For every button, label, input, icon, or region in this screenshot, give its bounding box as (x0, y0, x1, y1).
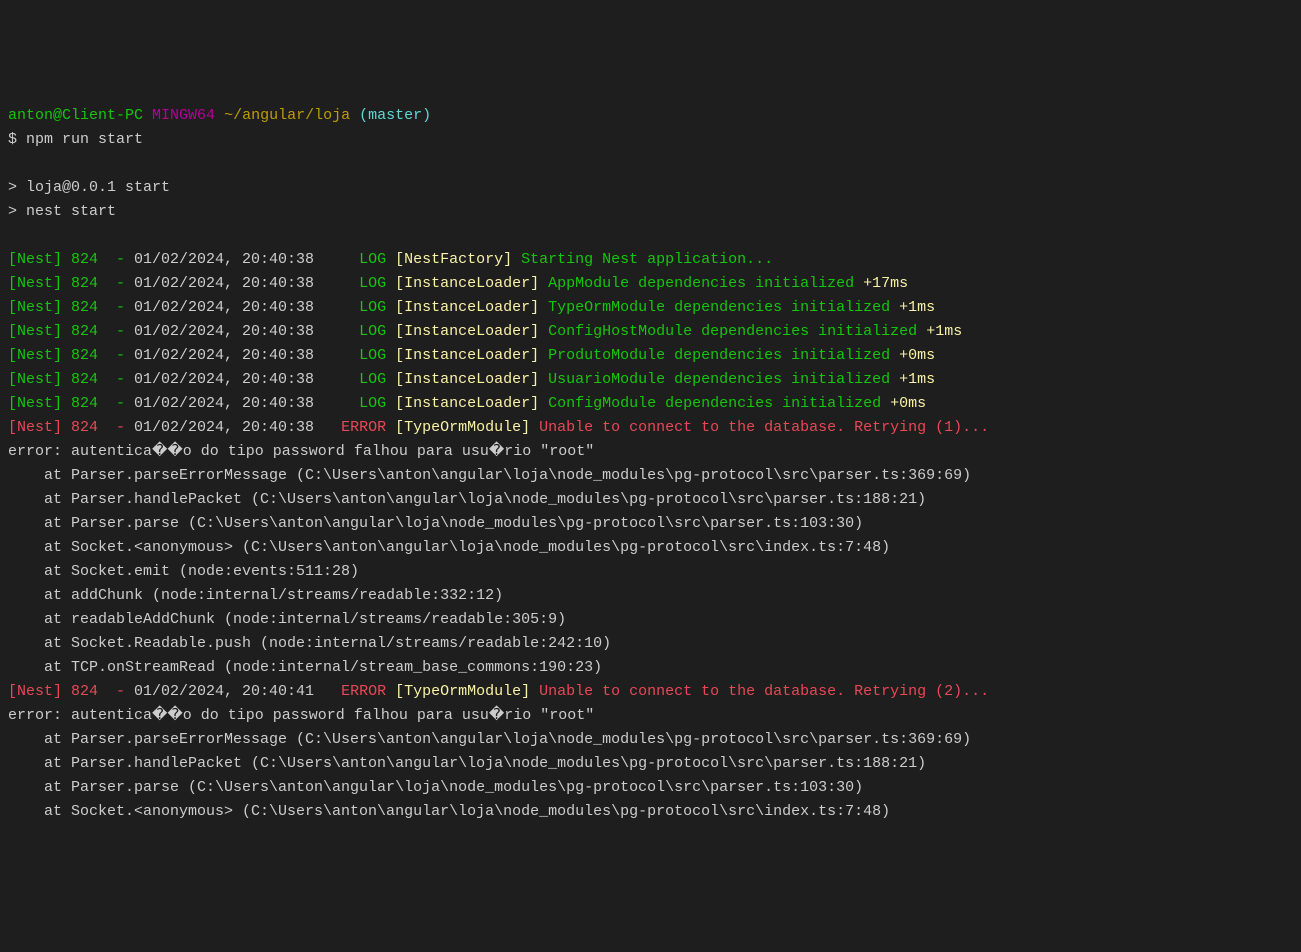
log-level: LOG (314, 323, 395, 340)
log-context: [InstanceLoader] (395, 395, 539, 412)
log-message: AppModule dependencies initialized (539, 275, 863, 292)
nest-log-retry2: [Nest] 824 - 01/02/2024, 20:40:41 ERROR … (8, 683, 989, 700)
log-time: +17ms (863, 275, 908, 292)
log-context: [TypeOrmModule] (395, 419, 530, 436)
log-level: LOG (314, 251, 395, 268)
log-prefix: [Nest] 824 - (8, 419, 134, 436)
log-time: +0ms (899, 347, 935, 364)
log-date: 01/02/2024, 20:40:38 (134, 347, 314, 364)
log-date: 01/02/2024, 20:40:38 (134, 323, 314, 340)
prompt-line: anton@Client-PC MINGW64 ~/angular/loja (… (8, 107, 431, 124)
prompt-path: ~/angular/loja (224, 107, 350, 124)
log-message: ProdutoModule dependencies initialized (539, 347, 899, 364)
log-message: TypeOrmModule dependencies initialized (539, 299, 899, 316)
log-level: ERROR (314, 419, 395, 436)
prompt-branch: (master) (359, 107, 431, 124)
log-prefix: [Nest] 824 - (8, 251, 134, 268)
nest-log-lines: [Nest] 824 - 01/02/2024, 20:40:38 LOG [N… (8, 248, 1293, 440)
log-message: UsuarioModule dependencies initialized (539, 371, 899, 388)
log-time: +1ms (899, 371, 935, 388)
log-date: 01/02/2024, 20:40:38 (134, 419, 314, 436)
log-date: 01/02/2024, 20:40:38 (134, 251, 314, 268)
log-prefix: [Nest] 824 - (8, 323, 134, 340)
command-line: $ npm run start (8, 131, 143, 148)
error-stack-2: error: autentica��o do tipo password fal… (8, 707, 971, 820)
log-date: 01/02/2024, 20:40:38 (134, 371, 314, 388)
log-date: 01/02/2024, 20:40:38 (134, 275, 314, 292)
log-message: Unable to connect to the database. Retry… (530, 419, 989, 436)
log-message: ConfigHostModule dependencies initialize… (539, 323, 926, 340)
prompt-user: anton@Client-PC (8, 107, 143, 124)
log-context: [InstanceLoader] (395, 323, 539, 340)
error-stack-1: error: autentica��o do tipo password fal… (8, 443, 971, 676)
log-level: LOG (314, 347, 395, 364)
log-message: Starting Nest application... (512, 251, 773, 268)
log-level: LOG (314, 395, 395, 412)
log-time: +1ms (899, 299, 935, 316)
log-prefix: [Nest] 824 - (8, 347, 134, 364)
log-time: +0ms (890, 395, 926, 412)
log-context: [InstanceLoader] (395, 275, 539, 292)
prompt-mingw: MINGW64 (152, 107, 215, 124)
log-prefix: [Nest] 824 - (8, 299, 134, 316)
terminal-output[interactable]: anton@Client-PC MINGW64 ~/angular/loja (… (8, 104, 1293, 824)
log-message: ConfigModule dependencies initialized (539, 395, 890, 412)
log-date: 01/02/2024, 20:40:38 (134, 395, 314, 412)
log-time: +1ms (926, 323, 962, 340)
log-prefix: [Nest] 824 - (8, 371, 134, 388)
log-level: LOG (314, 299, 395, 316)
log-date: 01/02/2024, 20:40:38 (134, 299, 314, 316)
log-context: [InstanceLoader] (395, 299, 539, 316)
log-level: LOG (314, 275, 395, 292)
npm-output: > loja@0.0.1 start > nest start (8, 179, 170, 220)
log-context: [InstanceLoader] (395, 347, 539, 364)
log-context: [NestFactory] (395, 251, 512, 268)
log-context: [InstanceLoader] (395, 371, 539, 388)
log-prefix: [Nest] 824 - (8, 395, 134, 412)
log-prefix: [Nest] 824 - (8, 275, 134, 292)
log-level: LOG (314, 371, 395, 388)
